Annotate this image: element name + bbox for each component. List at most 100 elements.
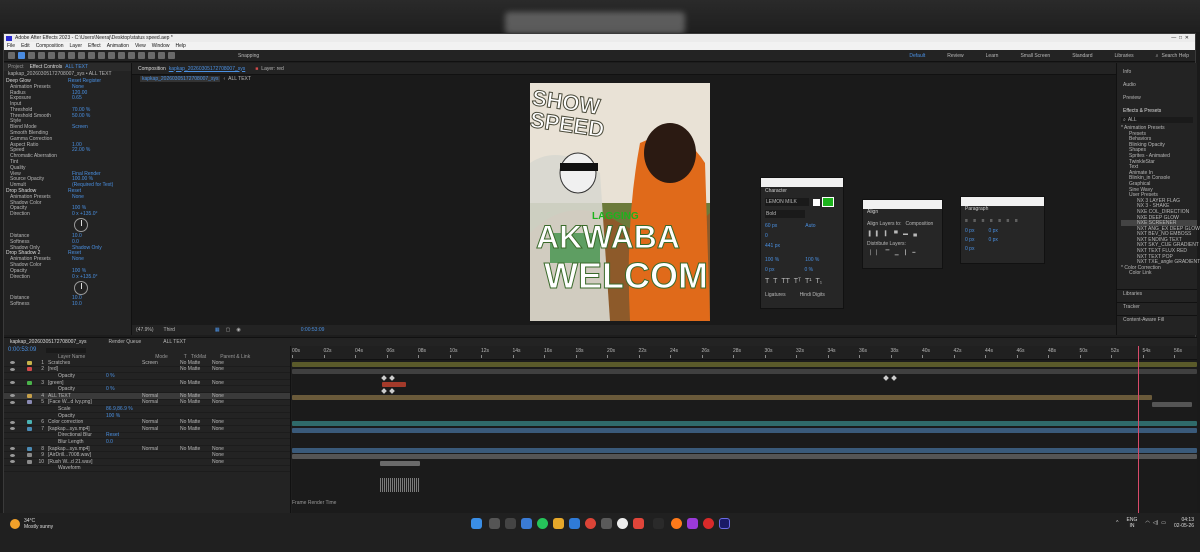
layer-track-matte[interactable]: No Matte [168, 419, 212, 425]
info-panel-tab[interactable]: Info [1117, 69, 1197, 76]
visibility-eye-icon[interactable] [10, 367, 15, 371]
baseline-shift-value[interactable]: 0 px [765, 267, 774, 273]
tracking-value[interactable]: 0 [765, 233, 768, 239]
layer-track-matte[interactable]: No Matte [168, 426, 212, 432]
property-value[interactable]: 0 % [106, 373, 142, 379]
label-color-chip[interactable] [27, 367, 32, 372]
layer-tab[interactable]: Layer: red [261, 66, 284, 72]
hindi-digits-checkbox[interactable]: Hindi Digits [800, 292, 825, 298]
keyframe-marker[interactable] [381, 375, 387, 381]
tracker-tab[interactable]: Tracker [1117, 302, 1197, 310]
search-icon[interactable] [489, 518, 500, 529]
layer-track-matte[interactable]: No Matte [168, 399, 212, 405]
keyframe-marker[interactable] [389, 375, 395, 381]
puppet-tool-icon[interactable] [168, 52, 175, 59]
layer-parent[interactable]: None [212, 380, 224, 386]
brush-tool-icon[interactable] [128, 52, 135, 59]
layer-name[interactable]: [kapkap...sys.mp4] [48, 446, 106, 452]
first-line-indent-value[interactable]: 0 px [965, 246, 974, 252]
layer-mode[interactable]: Normal [142, 446, 168, 452]
menu-composition[interactable]: Composition [36, 43, 64, 49]
visibility-eye-icon[interactable] [10, 460, 15, 464]
label-color-chip[interactable] [27, 433, 32, 437]
eraser-tool-icon[interactable] [148, 52, 155, 59]
layer-name[interactable]: [green] [48, 380, 106, 386]
menu-help[interactable]: Help [175, 43, 185, 49]
layer-row[interactable]: 2 [red] No Matte None [4, 366, 290, 374]
text-style-buttons[interactable]: T T TT Tᵀ T¹ T₁ [765, 278, 839, 285]
app-icon[interactable] [653, 518, 664, 529]
composition-tab-label[interactable]: Composition [138, 66, 166, 72]
space-after-value[interactable]: 0 px [988, 237, 997, 243]
zoom-level[interactable]: (47.9%) [136, 327, 154, 333]
property-value[interactable]: 86.9,86.9 % [106, 406, 142, 412]
tsume-value[interactable]: 0 % [804, 267, 813, 273]
fx-property-value[interactable]: 0 x +135.0° [72, 211, 98, 217]
layer-duration-bar[interactable] [292, 362, 1197, 367]
ligatures-checkbox[interactable]: Ligatures [765, 292, 786, 298]
content-aware-fill-tab[interactable]: Content-Aware Fill [1117, 315, 1197, 323]
playhead[interactable] [1138, 346, 1139, 515]
font-size-value[interactable]: 60 px [765, 223, 777, 229]
layer-duration-bar[interactable] [382, 381, 406, 387]
anchor-tool-icon[interactable] [88, 52, 95, 59]
label-color-chip[interactable] [27, 446, 32, 451]
layer-name[interactable]: ALL TEXT [48, 393, 106, 399]
layer-parent[interactable]: None [212, 426, 224, 432]
fill-color-swatch[interactable] [822, 197, 834, 207]
horizontal-scale-value[interactable]: 100 % [805, 257, 819, 263]
font-family-select[interactable]: LEMON MILK [765, 198, 809, 206]
visibility-eye-icon[interactable] [10, 447, 15, 451]
fx-property-value[interactable]: 0.65 [72, 95, 82, 101]
layer-parent[interactable]: None [212, 452, 224, 458]
layer-row[interactable]: 1 Scratches Screen No Matte None [4, 360, 290, 367]
label-color-chip[interactable] [27, 374, 32, 378]
stroke-color-swatch[interactable] [813, 198, 820, 206]
layer-name[interactable]: Color correction [48, 419, 106, 425]
label-color-chip[interactable] [27, 360, 32, 365]
region-label[interactable]: IN [1127, 523, 1138, 529]
layer-parent[interactable]: None [212, 393, 224, 399]
task-view-icon[interactable] [505, 518, 516, 529]
chat-icon[interactable] [521, 518, 532, 529]
label-color-chip[interactable] [27, 459, 32, 464]
workspace-libraries[interactable]: Libraries [1114, 53, 1133, 59]
timeline-comp-tab[interactable]: kapkap_20260305172708007_sys [10, 339, 86, 345]
workspace-small-screen[interactable]: Small Screen [1020, 53, 1050, 59]
effects-presets-tab[interactable]: Effects & Presets [1117, 108, 1197, 115]
battery-icon[interactable]: ▭ [1161, 520, 1166, 526]
weather-widget[interactable]: 34°C Mostly sunny [10, 518, 53, 530]
layer-row[interactable]: 10 [Rush W...d 21.wav] None [4, 459, 290, 466]
edge-icon[interactable] [569, 518, 580, 529]
layer-parent[interactable]: None [212, 366, 224, 372]
layer-mode[interactable]: Normal [142, 399, 168, 405]
layer-name[interactable]: [red] [48, 366, 106, 372]
preview-panel-tab[interactable]: Preview [1117, 95, 1197, 102]
wifi-icon[interactable]: ◠ [1145, 520, 1149, 526]
keyframe-marker[interactable] [389, 388, 395, 394]
label-color-chip[interactable] [27, 393, 32, 398]
shape-tool-icon[interactable] [98, 52, 105, 59]
layer-property-row[interactable]: Directional Blur Reset [4, 432, 290, 440]
workspace-learn[interactable]: Learn [986, 53, 999, 59]
label-color-chip[interactable] [27, 387, 32, 391]
leading-value[interactable]: Auto [805, 223, 815, 229]
chrome-icon[interactable] [585, 518, 596, 529]
menu-layer[interactable]: Layer [69, 43, 82, 49]
distribute-buttons[interactable]: ▕ ▏ ▔ ▁ ┃ ━ [867, 250, 938, 256]
layer-track-matte[interactable]: No Matte [168, 366, 212, 372]
store-icon[interactable] [601, 518, 612, 529]
window-controls[interactable]: — □ ✕ [1171, 35, 1189, 41]
menu-edit[interactable]: Edit [21, 43, 30, 49]
layer-property-row[interactable]: Waveform [4, 465, 290, 473]
fx-property-value[interactable]: Screen [72, 124, 88, 130]
orbit-tool-icon[interactable] [48, 52, 55, 59]
label-color-chip[interactable] [27, 407, 32, 411]
composition-canvas[interactable]: SHOW SPEED LAGGING AKWABA WELCOME [530, 83, 710, 321]
property-value[interactable]: 0.0 [106, 439, 142, 445]
layer-mode[interactable]: Normal [142, 426, 168, 432]
menu-view[interactable]: View [135, 43, 146, 49]
yandex-icon[interactable] [617, 518, 628, 529]
fx-property-value[interactable]: 22.00 % [72, 147, 90, 153]
layer-parent[interactable]: None [212, 459, 224, 465]
